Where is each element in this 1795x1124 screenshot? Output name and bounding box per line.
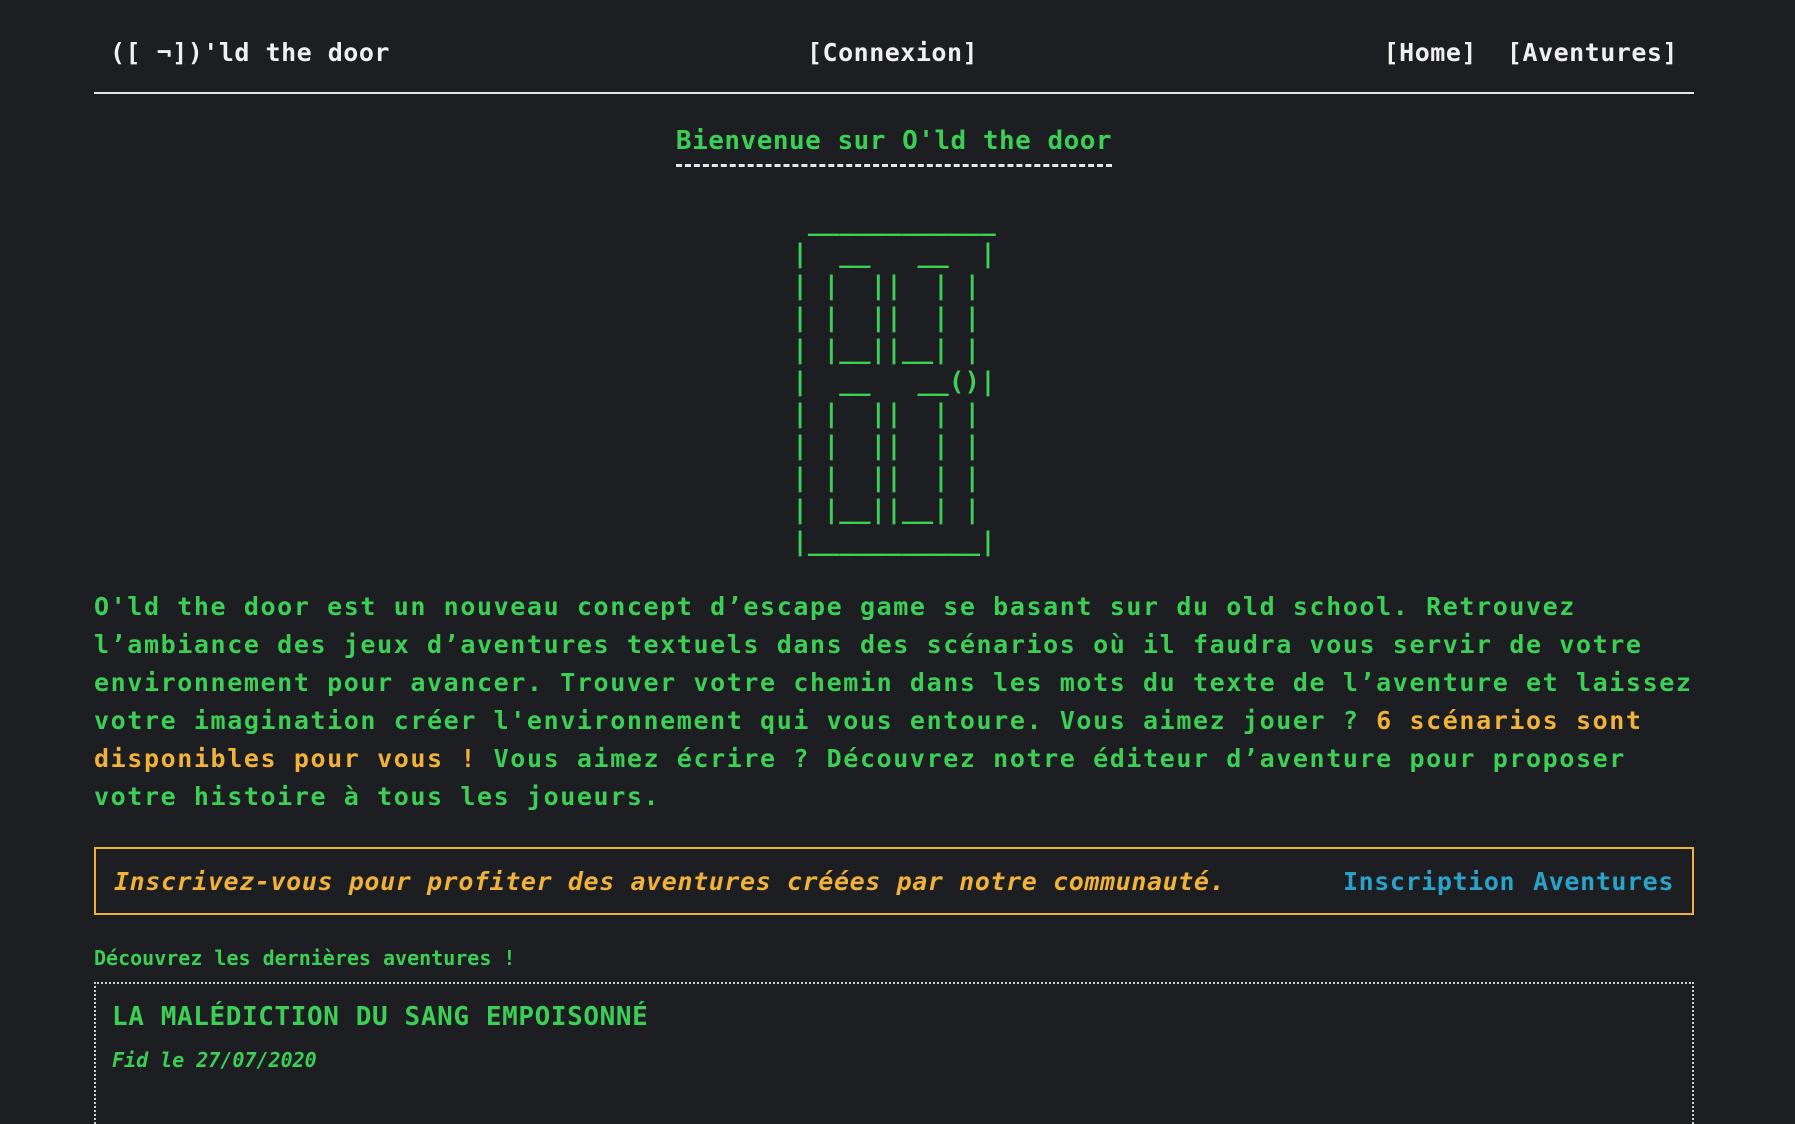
top-nav: ([ ¬])'ld the door [Connexion] [Home] [A… (94, 0, 1694, 94)
inscription-link[interactable]: Inscription (1343, 867, 1515, 896)
banner-links: Inscription Aventures (1343, 867, 1674, 896)
welcome-heading-container: Bienvenue sur O'ld the door (94, 126, 1694, 167)
welcome-title: Bienvenue sur O'ld the door (675, 126, 1113, 167)
adventure-card[interactable]: LA MALÉDICTION DU SANG EMPOISONNÉ Fid le… (94, 982, 1694, 1124)
intro-paragraph: O'ld the door est un nouveau concept d’e… (94, 588, 1694, 816)
nav-links: [Home] [Aventures] (1384, 38, 1678, 67)
signup-banner: Inscrivez-vous pour profiter des aventur… (94, 847, 1694, 915)
adventure-title[interactable]: LA MALÉDICTION DU SANG EMPOISONNÉ (112, 1002, 648, 1032)
page: ([ ¬])'ld the door [Connexion] [Home] [A… (94, 0, 1694, 1124)
site-logo[interactable]: ([ ¬])'ld the door (110, 38, 390, 67)
banner-aventures-link[interactable]: Aventures (1533, 867, 1674, 896)
adventure-meta: Fid le 27/07/2020 (112, 1048, 317, 1072)
home-link[interactable]: [Home] (1384, 38, 1477, 67)
aventures-link[interactable]: [Aventures] (1507, 38, 1678, 67)
connexion-link[interactable]: [Connexion] (807, 38, 978, 67)
signup-message: Inscrivez-vous pour profiter des aventur… (114, 867, 1226, 896)
ascii-door-container: ____________ | __ __ | | | || | | | | ||… (94, 206, 1694, 558)
ascii-door-art: ____________ | __ __ | | | || | | | | ||… (792, 207, 996, 557)
latest-adventures-heading: Découvrez les dernières aventures ! (94, 946, 516, 970)
